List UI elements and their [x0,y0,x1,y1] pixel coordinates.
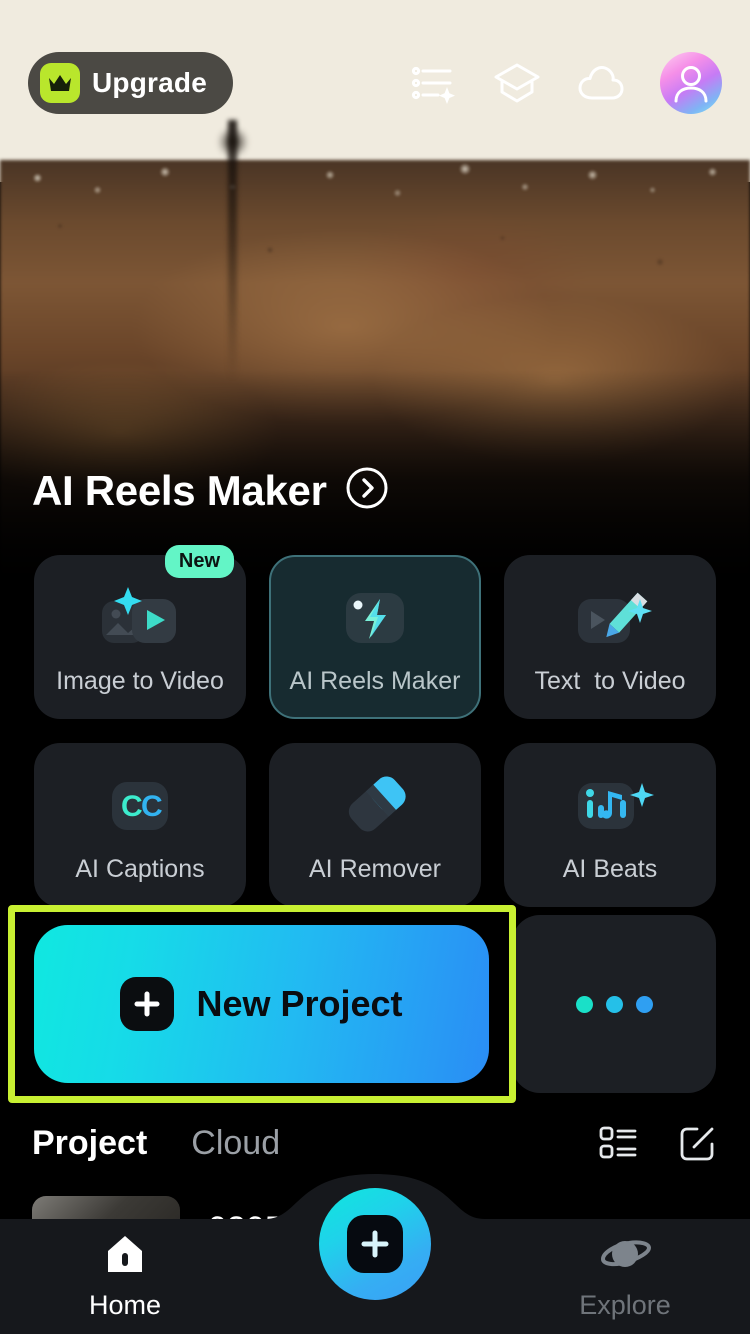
lightning-bolt-icon [334,579,416,657]
tab-cloud[interactable]: Cloud [191,1124,280,1163]
tool-label: AI Remover [309,855,441,883]
upgrade-button[interactable]: Upgrade [28,52,233,114]
tool-label: AI Beats [562,855,658,883]
chevron-right-circle-icon[interactable] [345,466,389,515]
ai-tasks-list-icon[interactable] [408,58,458,108]
home-icon [104,1233,146,1280]
nav-label-explore: Explore [579,1289,671,1320]
hero-detail-pole [228,120,237,380]
nav-label-home: Home [88,1289,162,1320]
graduation-cap-icon[interactable] [492,58,542,108]
music-beats-icon [564,767,656,845]
tool-label: Image to Video [56,667,224,695]
create-fab-button[interactable] [319,1188,431,1300]
tool-label: Text to Video [534,667,686,695]
plus-icon [120,977,175,1031]
tool-grid: New Image to Video AI Reels Maker Text t… [34,545,716,907]
svg-text:C: C [121,790,143,823]
new-project-row: New Project [8,905,716,1103]
page-title: AI Reels Maker [32,466,327,514]
svg-text:C: C [141,790,163,823]
plus-icon [347,1215,403,1273]
more-horizontal-icon-dot2 [605,995,623,1013]
tool-label: AI Reels Maker [289,667,461,695]
list-view-icon[interactable] [598,1123,638,1163]
tabs-action-group [598,1123,718,1163]
new-project-wrapper: New Project [8,905,516,1103]
nav-item-explore[interactable]: Explore [500,1233,750,1321]
tool-tile-ai-beats[interactable]: AI Beats [504,743,716,907]
tool-tile-ai-captions[interactable]: C C AI Captions [34,743,246,907]
app-root: Upgrade AI Reels Maker New Image to Vide… [0,0,750,1334]
crown-icon [40,63,80,103]
tab-project[interactable]: Project [32,1124,147,1163]
nav-item-home[interactable]: Home [0,1233,250,1321]
eraser-icon [329,767,421,845]
text-to-video-pencil-icon [564,579,656,657]
image-to-video-icon [94,579,186,657]
new-badge: New [164,545,234,578]
section-header-ai-reels-maker[interactable]: AI Reels Maker [32,466,389,515]
tool-tile-ai-reels-maker[interactable]: AI Reels Maker [269,555,481,719]
planet-icon [599,1233,652,1280]
tool-tile-image-to-video[interactable]: New Image to Video [34,545,246,719]
content-tabs: Project Cloud [0,1112,750,1174]
new-project-button[interactable]: New Project [34,925,489,1083]
tool-tile-ai-remover[interactable]: AI Remover [269,743,481,907]
cloud-icon[interactable] [576,58,626,108]
avatar[interactable] [660,52,722,114]
upgrade-label: Upgrade [92,67,207,98]
more-horizontal-icon-dot3 [635,995,653,1013]
closed-caption-icon: C C [100,767,180,845]
new-project-label: New Project [196,983,403,1024]
header-bar: Upgrade [0,0,750,150]
edit-compose-icon[interactable] [678,1123,718,1163]
tool-tile-text-to-video[interactable]: Text to Video [504,555,716,719]
tool-label: AI Captions [75,855,205,883]
more-options-button[interactable] [512,915,716,1093]
header-icon-group [408,52,722,114]
more-horizontal-icon [575,995,593,1013]
